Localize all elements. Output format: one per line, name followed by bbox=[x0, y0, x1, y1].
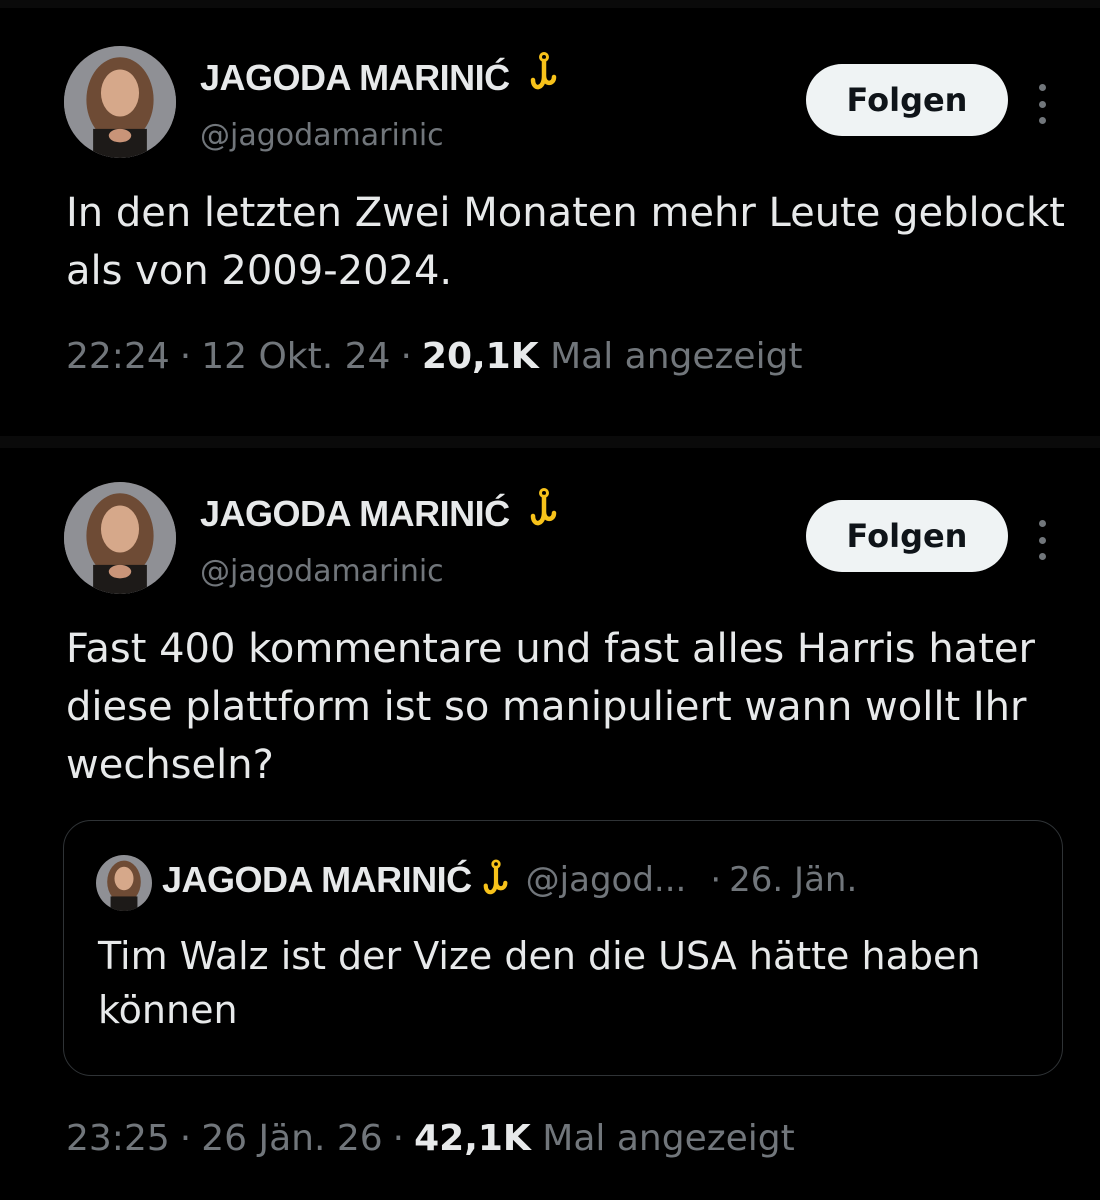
tweet-time[interactable]: 22:24 bbox=[66, 336, 170, 377]
author-name-text: JAGODA MARINIĆ bbox=[200, 493, 510, 534]
tweet-meta: 23:25 · 26 Jän. 26 · 42,1K Mal angezeigt bbox=[66, 1118, 795, 1159]
avatar-photo bbox=[96, 855, 152, 911]
quoted-text: Tim Walz ist der Vize den die USA hätte … bbox=[98, 934, 981, 1032]
follow-button[interactable]: Folgen bbox=[806, 500, 1008, 572]
quoted-tweet[interactable]: JAGODA MARINIĆ @jagod... · 26. Jän. Tim … bbox=[63, 820, 1063, 1076]
avatar-photo bbox=[64, 46, 176, 158]
hook-icon bbox=[530, 488, 557, 526]
author-handle[interactable]: @jagodamarinic bbox=[200, 554, 444, 589]
quoted-handle: @jagod... bbox=[525, 860, 687, 900]
quoted-avatar[interactable] bbox=[96, 855, 152, 911]
author-name-text: JAGODA MARINIĆ bbox=[200, 57, 510, 98]
avatar-photo bbox=[64, 482, 176, 594]
view-count[interactable]: 42,1K bbox=[414, 1118, 531, 1159]
tweet-meta: 22:24 · 12 Okt. 24 · 20,1K Mal angezeigt bbox=[66, 336, 803, 377]
author-name[interactable]: JAGODA MARINIĆ bbox=[200, 488, 559, 535]
author-handle[interactable]: @jagodamarinic bbox=[200, 118, 444, 153]
more-options-icon[interactable] bbox=[1030, 520, 1054, 560]
tweet-text: Fast 400 kommentare und fast alles Harri… bbox=[66, 626, 1035, 788]
views-label: Mal angezeigt bbox=[550, 336, 803, 377]
separator-dot: · bbox=[710, 860, 722, 900]
tweet-card[interactable]: JAGODA MARINIĆ @jagodamarinic Folgen In … bbox=[0, 8, 1100, 436]
author-name[interactable]: JAGODA MARINIĆ bbox=[200, 52, 559, 99]
tweet-time[interactable]: 23:25 bbox=[66, 1118, 170, 1159]
separator-dot: · bbox=[392, 1118, 405, 1159]
quoted-header: JAGODA MARINIĆ @jagod... · 26. Jän. bbox=[162, 859, 857, 901]
separator-dot: · bbox=[400, 336, 412, 377]
views-label: Mal angezeigt bbox=[542, 1118, 795, 1159]
tweet-date[interactable]: 26 Jän. 26 bbox=[201, 1118, 382, 1159]
quoted-author-name: JAGODA MARINIĆ bbox=[162, 859, 472, 900]
more-options-icon[interactable] bbox=[1030, 84, 1054, 124]
tweet-card[interactable]: JAGODA MARINIĆ @jagodamarinic Folgen Fas… bbox=[0, 448, 1100, 1200]
separator-dot: · bbox=[179, 1118, 192, 1159]
follow-button[interactable]: Folgen bbox=[806, 64, 1008, 136]
hook-icon bbox=[530, 52, 557, 90]
avatar[interactable] bbox=[64, 482, 176, 594]
avatar[interactable] bbox=[64, 46, 176, 158]
view-count[interactable]: 20,1K bbox=[422, 336, 539, 377]
tweet-text: In den letzten Zwei Monaten mehr Leute g… bbox=[66, 190, 1065, 294]
quoted-date: 26. Jän. bbox=[729, 860, 858, 900]
hook-icon bbox=[483, 859, 508, 895]
tweet-date[interactable]: 12 Okt. 24 bbox=[201, 336, 390, 377]
separator-dot: · bbox=[179, 336, 192, 377]
